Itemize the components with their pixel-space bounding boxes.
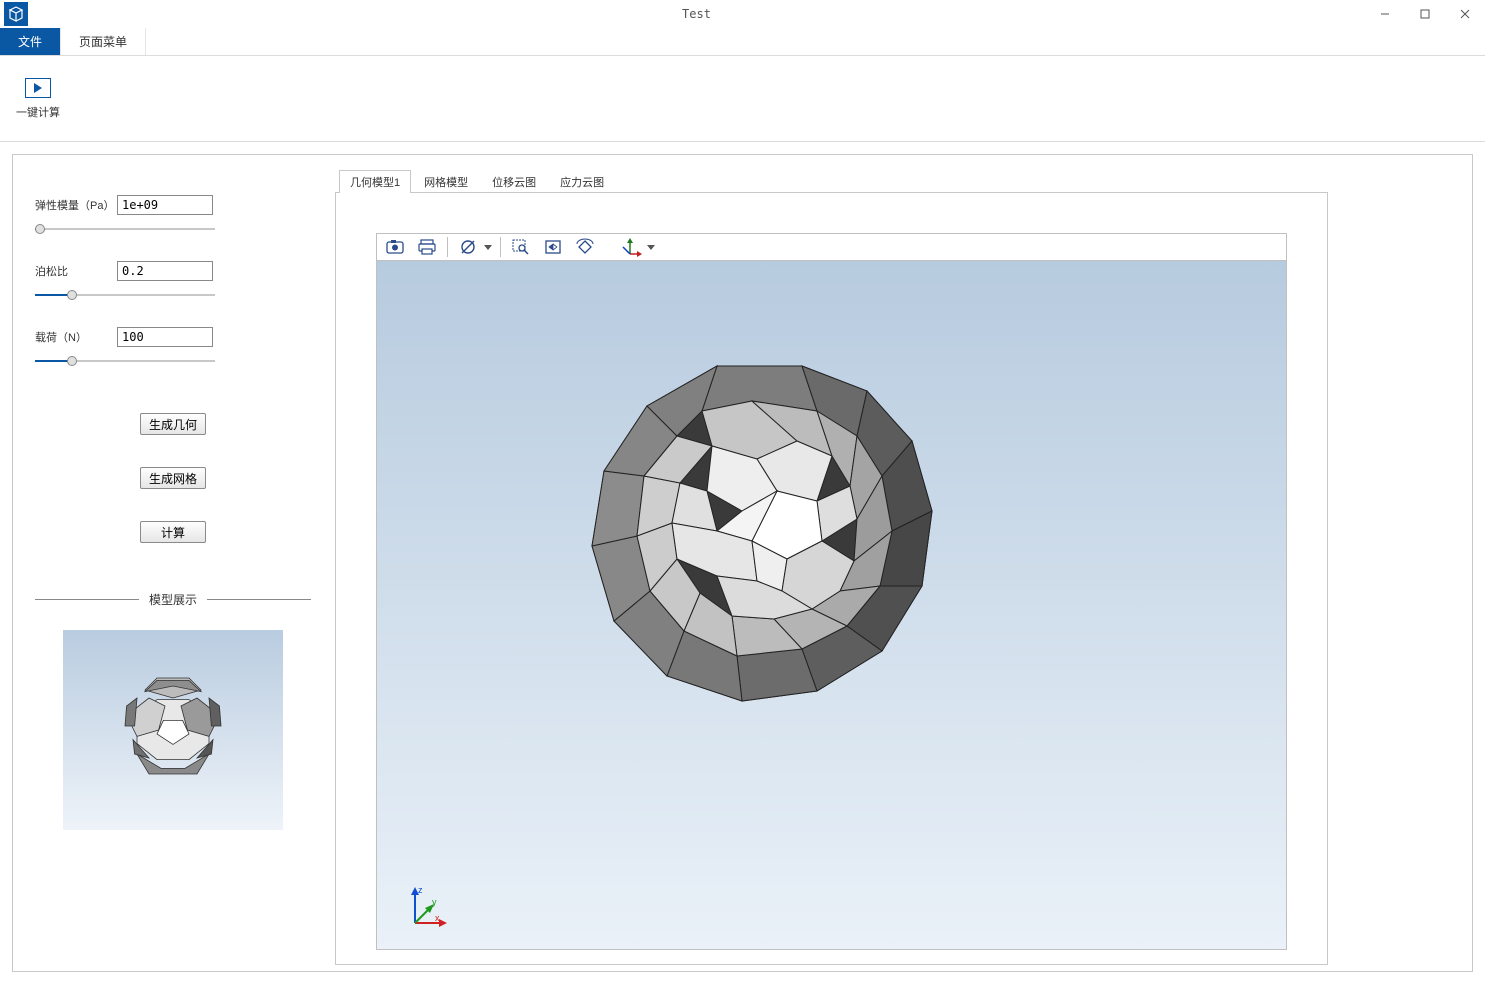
workspace: 弹性模量（Pa） 泊松比 载荷（N） bbox=[0, 142, 1485, 984]
svg-text:y: y bbox=[432, 897, 437, 907]
titlebar: Test bbox=[0, 0, 1485, 28]
svg-text:z: z bbox=[418, 885, 423, 895]
tab-geometry-model[interactable]: 几何模型1 bbox=[339, 170, 411, 193]
chevron-down-icon[interactable] bbox=[647, 245, 655, 250]
compute-button[interactable]: 计算 bbox=[140, 521, 206, 543]
right-gutter bbox=[1342, 155, 1472, 971]
inner-panel: 弹性模量（Pa） 泊松比 载荷（N） bbox=[12, 154, 1473, 972]
zoom-fit-icon[interactable] bbox=[539, 236, 567, 258]
tab-file[interactable]: 文件 bbox=[0, 28, 61, 55]
view-tabs: 几何模型1 网格模型 位移云图 应力云图 bbox=[335, 171, 1328, 193]
axis-gizmo: z x y bbox=[405, 885, 447, 927]
chevron-down-icon[interactable] bbox=[484, 245, 492, 250]
elastic-modulus-input[interactable] bbox=[117, 195, 213, 215]
load-slider[interactable] bbox=[35, 353, 215, 369]
load-label: 载荷（N） bbox=[35, 329, 117, 345]
elastic-modulus-label: 弹性模量（Pa） bbox=[35, 197, 117, 213]
svg-text:x: x bbox=[435, 913, 440, 923]
zoom-region-icon[interactable] bbox=[507, 236, 535, 258]
window-title: Test bbox=[28, 7, 1365, 21]
ribbon-body: 一键计算 bbox=[0, 56, 1485, 142]
model-preview-thumbnail bbox=[63, 630, 283, 830]
poisson-input[interactable] bbox=[117, 261, 213, 281]
poisson-label: 泊松比 bbox=[35, 263, 117, 279]
maximize-button[interactable] bbox=[1405, 0, 1445, 28]
window-controls bbox=[1365, 0, 1485, 28]
main-view: 几何模型1 网格模型 位移云图 应力云图 bbox=[333, 155, 1342, 971]
generate-geometry-button[interactable]: 生成几何 bbox=[140, 413, 206, 435]
play-icon bbox=[25, 78, 51, 98]
geometry-model bbox=[557, 331, 967, 731]
viewer-toolbar bbox=[376, 233, 1287, 261]
one-click-calc-button[interactable]: 一键计算 bbox=[16, 78, 60, 120]
rotate-icon[interactable] bbox=[571, 236, 599, 258]
tab-stress[interactable]: 应力云图 bbox=[549, 170, 615, 193]
one-click-calc-label: 一键计算 bbox=[16, 104, 60, 120]
viewer-wrap: z x y bbox=[335, 193, 1328, 965]
ribbon-tabs: 文件 页面菜单 bbox=[0, 28, 1485, 56]
minimize-button[interactable] bbox=[1365, 0, 1405, 28]
elastic-modulus-slider[interactable] bbox=[35, 221, 215, 237]
tab-mesh-model[interactable]: 网格模型 bbox=[413, 170, 479, 193]
close-button[interactable] bbox=[1445, 0, 1485, 28]
viewport-3d[interactable]: z x y bbox=[376, 261, 1287, 950]
print-icon[interactable] bbox=[413, 236, 441, 258]
side-panel: 弹性模量（Pa） 泊松比 载荷（N） bbox=[13, 155, 333, 971]
screenshot-icon[interactable] bbox=[381, 236, 409, 258]
tab-page-menu[interactable]: 页面菜单 bbox=[61, 28, 146, 55]
hide-icon[interactable] bbox=[454, 236, 482, 258]
axes-icon[interactable] bbox=[617, 236, 645, 258]
preview-title: 模型展示 bbox=[149, 591, 197, 608]
poisson-slider[interactable] bbox=[35, 287, 215, 303]
generate-mesh-button[interactable]: 生成网格 bbox=[140, 467, 206, 489]
preview-section-header: 模型展示 bbox=[35, 591, 311, 608]
tab-displacement[interactable]: 位移云图 bbox=[481, 170, 547, 193]
load-input[interactable] bbox=[117, 327, 213, 347]
app-icon bbox=[4, 2, 28, 26]
